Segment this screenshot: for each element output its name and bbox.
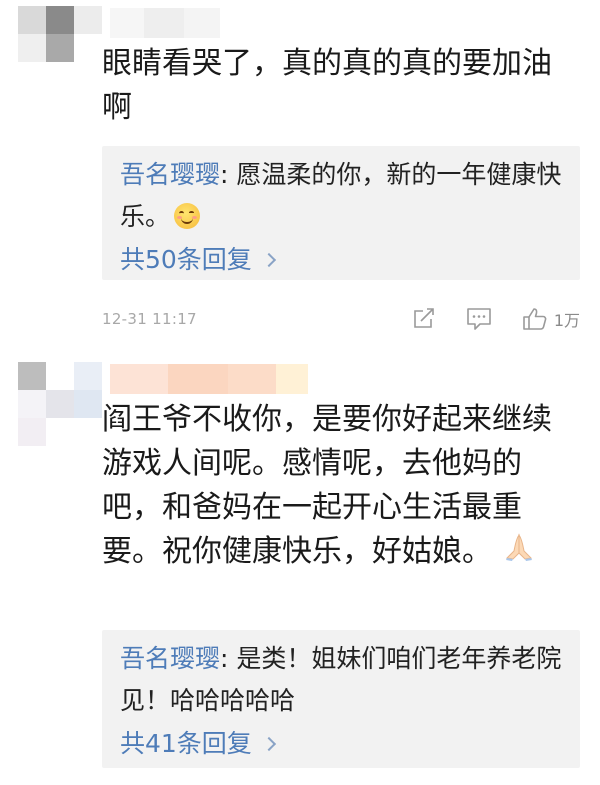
reply-box: 吾名璎璎: 愿温柔的你，新的一年健康快乐。 共50条回复 [102,146,580,280]
reply-preview[interactable]: 吾名璎璎: 是类！姐妹们咱们老年养老院见！哈哈哈哈哈 [120,638,564,722]
comment-actions: 1万 [382,307,580,331]
like-button[interactable]: 1万 [522,307,580,331]
view-replies-link[interactable]: 共41条回复 [120,722,276,766]
comment-text: 眼睛看哭了，真的真的真的要加油啊 [102,46,552,125]
share-button[interactable] [412,308,436,330]
username-blurred[interactable] [110,364,308,394]
thumbs-up-icon [523,308,547,330]
share-icon [414,308,434,328]
username-blurred[interactable] [110,8,220,38]
view-replies-link[interactable]: 共50条回复 [120,238,276,282]
reply-username[interactable]: 吾名璎璎 [120,644,220,673]
comment-icon [467,308,491,330]
avatar[interactable] [18,362,102,446]
timestamp: 12-31 11:17 [102,310,197,328]
chevron-right-icon [261,252,276,268]
view-replies-label: 共41条回复 [120,729,252,758]
reply-username[interactable]: 吾名璎璎 [120,160,220,189]
comment-meta: 12-31 11:17 1万 [102,304,580,334]
chevron-right-icon [261,736,276,752]
reply-button[interactable] [466,307,492,331]
comment-body: 阎王爷不收你，是要你好起来继续游戏人间呢。感情呢，去他妈的吧，和爸妈在一起开心生… [102,402,552,569]
comment-text: 阎王爷不收你，是要你好起来继续游戏人间呢。感情呢，去他妈的吧，和爸妈在一起开心生… [102,398,572,618]
reply-box: 吾名璎璎: 是类！姐妹们咱们老年养老院见！哈哈哈哈哈 共41条回复 [102,630,580,768]
folded-hands-emoji-icon [502,530,536,561]
reply-preview[interactable]: 吾名璎璎: 愿温柔的你，新的一年健康快乐。 [120,154,564,238]
like-count: 1万 [553,311,580,330]
avatar[interactable] [18,6,102,62]
view-replies-label: 共50条回复 [120,245,252,274]
smile-emoji-icon [174,203,201,229]
